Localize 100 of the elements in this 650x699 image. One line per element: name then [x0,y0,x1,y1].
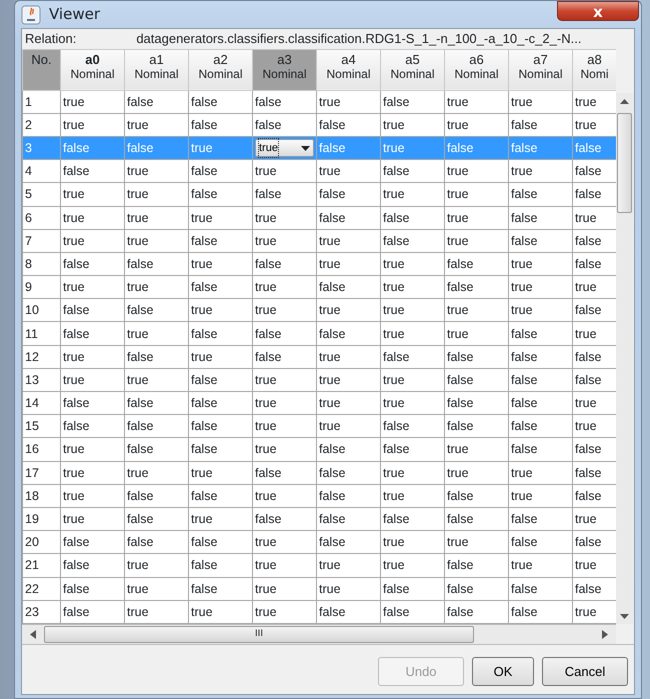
table-cell: true [316,554,380,578]
table-cell: true [188,206,252,230]
table-cell: false [316,113,380,136]
table-cell: false [188,577,252,600]
table-cell: false [252,345,316,368]
table-cell: false [380,577,444,600]
column-header[interactable]: a0 Nominal [60,49,124,90]
column-header[interactable]: a8 Nomi [572,49,616,90]
table-cell: false [572,160,616,183]
table-cell: true [60,438,124,462]
scroll-left-icon[interactable] [30,630,36,639]
table-cell: true [444,160,508,183]
scrollbar-thumb[interactable] [617,112,632,213]
table-cell: true [252,276,316,299]
table-cell: true [508,160,572,183]
scrollbar-thumb[interactable]: III [44,626,474,643]
ok-button[interactable]: OK [472,656,534,686]
table-cell: true [252,414,316,438]
table-cell: false [380,160,444,183]
relation-label: Relation: [25,30,76,48]
table-cell: false [508,322,572,346]
table-cell: true [252,206,316,230]
table-cell: true [316,229,380,252]
scroll-right-icon[interactable] [602,630,608,639]
table-cell: false [188,276,252,299]
column-header[interactable]: a3 Nominal [252,49,316,90]
table-cell: true [252,160,316,183]
column-header[interactable]: a4 Nominal [316,49,380,90]
table-cell: true [252,298,316,322]
column-header[interactable]: a6 Nominal [444,49,508,90]
table-cell: false [188,322,252,346]
table-cell: true [316,160,380,183]
table-cell: false [316,182,380,206]
table-cell: true [508,461,572,484]
table-cell: false [316,438,380,462]
table-cell: false [508,345,572,368]
table-cell: true [60,276,124,299]
column-header[interactable]: a1 Nominal [124,49,188,90]
table-cell: true [252,438,316,462]
table-cell: true [124,276,188,299]
column-header[interactable]: a2 Nominal [188,49,252,90]
table-cell: false [124,345,188,368]
table-cell: false [188,182,252,206]
vertical-scrollbar[interactable] [616,92,633,624]
table-cell: true [124,113,188,136]
table-cell: true [444,438,508,462]
table-cell: true [444,461,508,484]
table-cell: true [508,554,572,578]
cancel-button[interactable]: Cancel [542,656,628,686]
table-cell: false [572,252,616,276]
table-cell: false [508,414,572,438]
row-number: 13 [22,368,60,392]
table-cell: true [444,530,508,554]
table-cell: true [508,298,572,322]
column-header[interactable]: No. [22,49,60,90]
table-cell: true [380,530,444,554]
table-cell: false [572,577,616,600]
table-cell: false [188,160,252,183]
table-cell: true [188,461,252,484]
table-cell: true [380,298,444,322]
table-cell: false [380,206,444,230]
table-cell: true [572,507,616,531]
table-cell: false [380,600,444,624]
horizontal-scrollbar[interactable]: III [22,624,616,644]
close-button[interactable]: x [557,1,639,21]
table-cell: true [444,206,508,230]
table-cell: false [572,136,616,160]
table-cell: true [124,182,188,206]
table-cell: false [316,484,380,508]
table-cell: true [124,577,188,600]
table-cell: false [124,90,188,114]
column-header[interactable]: a7 Nominal [508,49,572,90]
relation-name: datagenerators.classifiers.classification.RDG1-S_1_-n_100_-a_10_-c_2_-N... [136,30,582,48]
table-cell: false [444,136,508,160]
table-cell: true [380,252,444,276]
table-cell: false [188,113,252,136]
table-cell: false [60,160,124,183]
table-cell: false [252,113,316,136]
row-number: 6 [22,206,60,230]
table-cell: true [252,229,316,252]
table-cell: false [60,530,124,554]
table-cell: true [60,206,124,230]
table-cell: true [380,182,444,206]
table-cell: false [444,345,508,368]
table-cell: false [572,484,616,508]
table-cell: true [572,600,616,624]
table-cell: true [124,322,188,346]
window-title: Viewer [49,4,100,26]
table-cell: false [188,438,252,462]
table-cell: false [60,252,124,276]
column-header[interactable]: a5 Nominal [380,49,444,90]
table-cell: true [508,276,572,299]
table-cell: true [316,298,380,322]
table-cell: false [60,600,124,624]
table-cell: false [60,392,124,415]
table-cell: false [252,90,316,114]
table-cell: false [60,136,124,160]
table-cell: false [188,229,252,252]
value-dropdown[interactable]: true [255,139,314,158]
table-cell: true [316,368,380,392]
